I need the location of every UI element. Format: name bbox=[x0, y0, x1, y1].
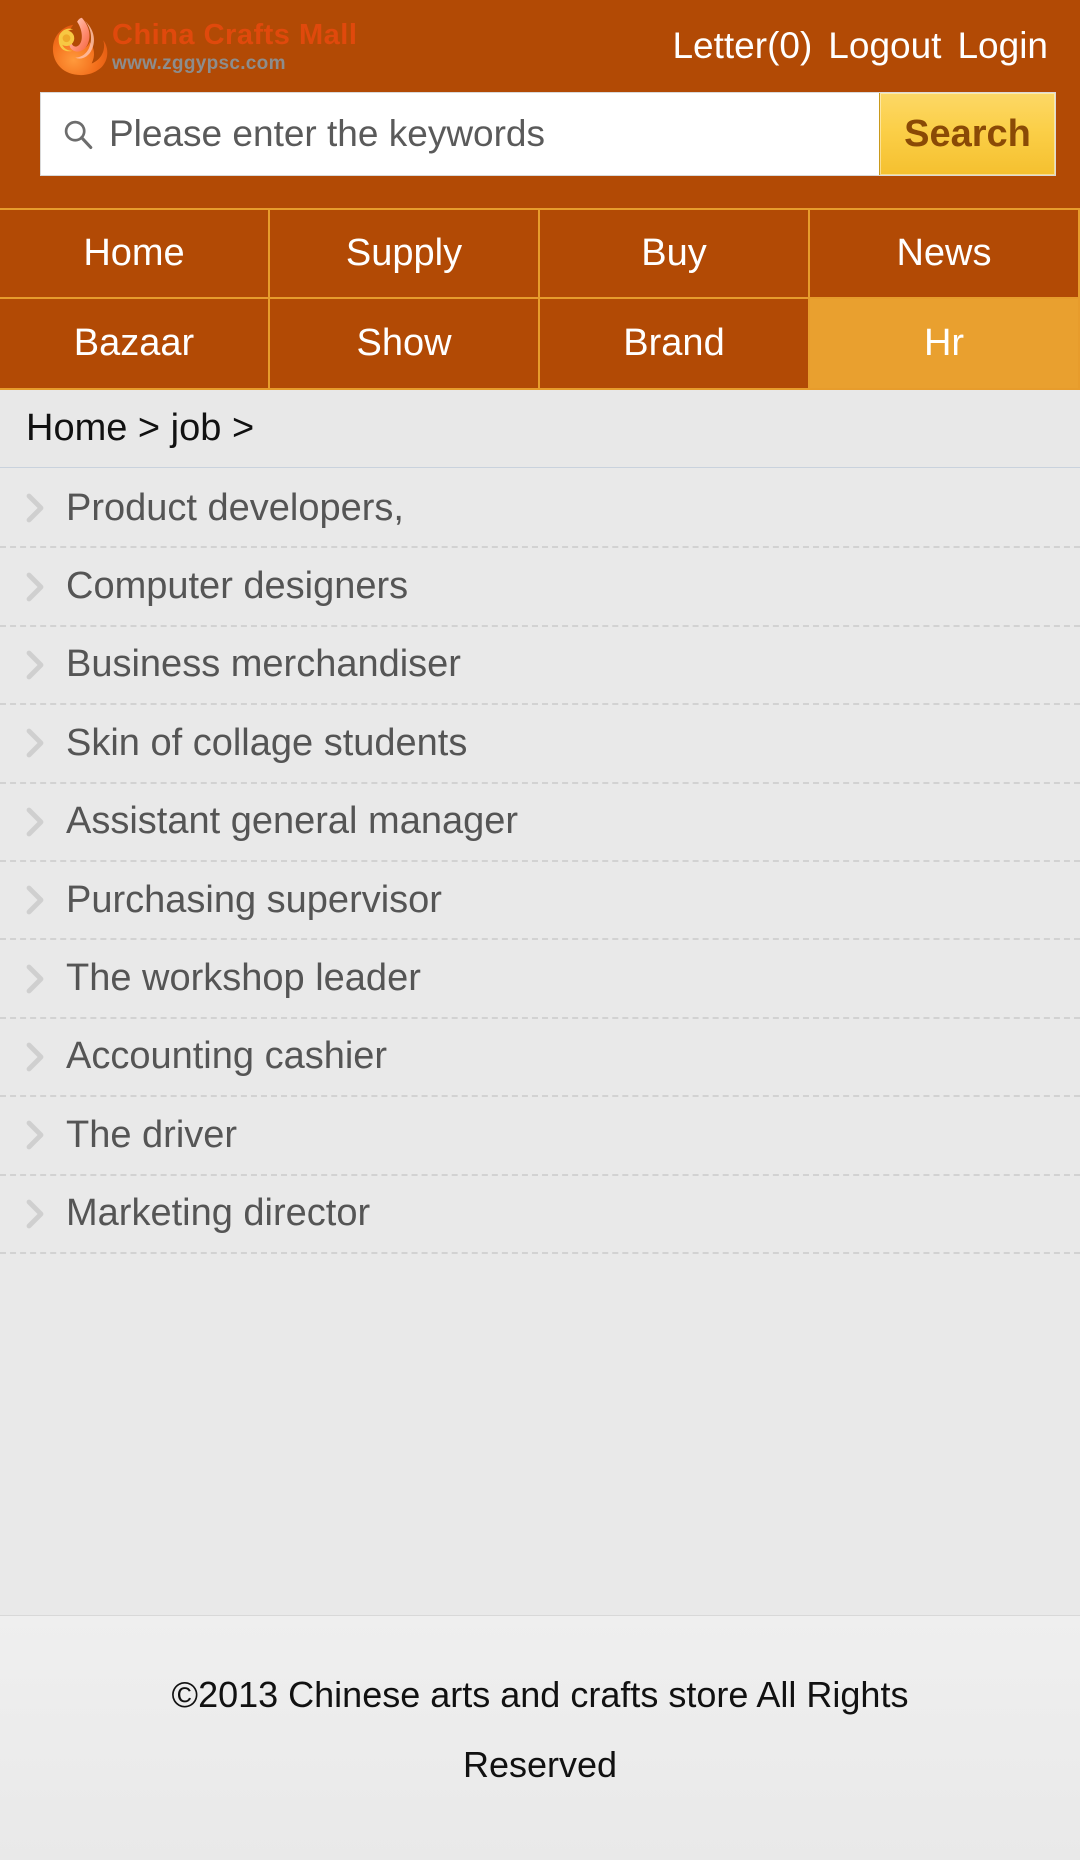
chevron-right-icon bbox=[24, 807, 46, 837]
login-link[interactable]: Login bbox=[949, 25, 1056, 67]
list-item[interactable]: Assistant general manager bbox=[0, 784, 1080, 862]
nav-item-news[interactable]: News bbox=[810, 208, 1080, 299]
chevron-right-icon bbox=[24, 1042, 46, 1072]
chevron-right-icon bbox=[24, 572, 46, 602]
list-item[interactable]: Business merchandiser bbox=[0, 627, 1080, 706]
header-top-bar: China Crafts Mall www.zggypsc.com Letter… bbox=[0, 0, 1080, 92]
search-button[interactable]: Search bbox=[879, 93, 1055, 175]
main-nav: Home Supply Buy News Bazaar Show Brand H… bbox=[0, 208, 1080, 390]
logo-wordmark: China Crafts Mall www.zggypsc.com bbox=[112, 19, 358, 74]
job-category-list: Product developers, Computer designers B… bbox=[0, 468, 1080, 1435]
list-item[interactable]: Product developers, bbox=[0, 470, 1080, 549]
search-bar: Search bbox=[40, 92, 1056, 176]
logout-link[interactable]: Logout bbox=[820, 25, 949, 67]
nav-item-brand[interactable]: Brand bbox=[540, 299, 810, 390]
list-item[interactable]: The driver bbox=[0, 1097, 1080, 1176]
phoenix-flame-logo-icon bbox=[50, 15, 112, 77]
list-item[interactable]: Marketing director bbox=[0, 1176, 1080, 1254]
nav-item-hr[interactable]: Hr bbox=[810, 299, 1080, 390]
list-item-label: Marketing director bbox=[66, 1192, 371, 1235]
logo-url: www.zggypsc.com bbox=[112, 53, 286, 74]
list-item[interactable]: The workshop leader bbox=[0, 940, 1080, 1019]
list-item[interactable]: Skin of collage students bbox=[0, 705, 1080, 784]
list-item-label: Product developers, bbox=[66, 486, 404, 529]
list-item-label: Computer designers bbox=[66, 565, 409, 608]
list-item-label: The workshop leader bbox=[66, 957, 421, 1000]
nav-item-show[interactable]: Show bbox=[270, 299, 540, 390]
search-input[interactable] bbox=[109, 113, 879, 155]
list-item-label: Accounting cashier bbox=[66, 1035, 388, 1078]
list-item[interactable]: Purchasing supervisor bbox=[0, 862, 1080, 941]
list-item-label: Skin of collage students bbox=[66, 721, 468, 764]
header-links: Letter(0) Logout Login bbox=[664, 25, 1056, 67]
content-spacer bbox=[0, 1434, 1080, 1615]
list-item[interactable]: Accounting cashier bbox=[0, 1019, 1080, 1098]
list-item-label: Business merchandiser bbox=[66, 643, 461, 686]
mobile-page: China Crafts Mall www.zggypsc.com Letter… bbox=[0, 0, 1080, 1860]
site-logo[interactable]: China Crafts Mall www.zggypsc.com bbox=[50, 15, 357, 77]
breadcrumb: Home > job > bbox=[0, 390, 1080, 468]
list-item[interactable]: Computer designers bbox=[0, 548, 1080, 627]
nav-item-home[interactable]: Home bbox=[0, 208, 270, 299]
chevron-right-icon bbox=[24, 493, 46, 523]
site-header: China Crafts Mall www.zggypsc.com Letter… bbox=[0, 0, 1080, 208]
chevron-right-icon bbox=[24, 650, 46, 680]
nav-item-buy[interactable]: Buy bbox=[540, 208, 810, 299]
search-icon bbox=[61, 117, 95, 151]
chevron-right-icon bbox=[24, 1199, 46, 1229]
list-item-label: Assistant general manager bbox=[66, 800, 519, 843]
logo-title: China Crafts Mall bbox=[112, 19, 358, 51]
chevron-right-icon bbox=[24, 1120, 46, 1150]
list-item-label: The driver bbox=[66, 1113, 238, 1156]
nav-item-bazaar[interactable]: Bazaar bbox=[0, 299, 270, 390]
letter-link[interactable]: Letter(0) bbox=[664, 25, 820, 67]
nav-item-supply[interactable]: Supply bbox=[270, 208, 540, 299]
list-item-label: Purchasing supervisor bbox=[66, 878, 442, 921]
site-footer: ©2013 Chinese arts and crafts store All … bbox=[0, 1614, 1080, 1860]
search-input-wrapper[interactable] bbox=[41, 93, 879, 175]
chevron-right-icon bbox=[24, 885, 46, 915]
chevron-right-icon bbox=[24, 728, 46, 758]
chevron-right-icon bbox=[24, 964, 46, 994]
copyright-text: ©2013 Chinese arts and crafts store All … bbox=[171, 1673, 909, 1785]
